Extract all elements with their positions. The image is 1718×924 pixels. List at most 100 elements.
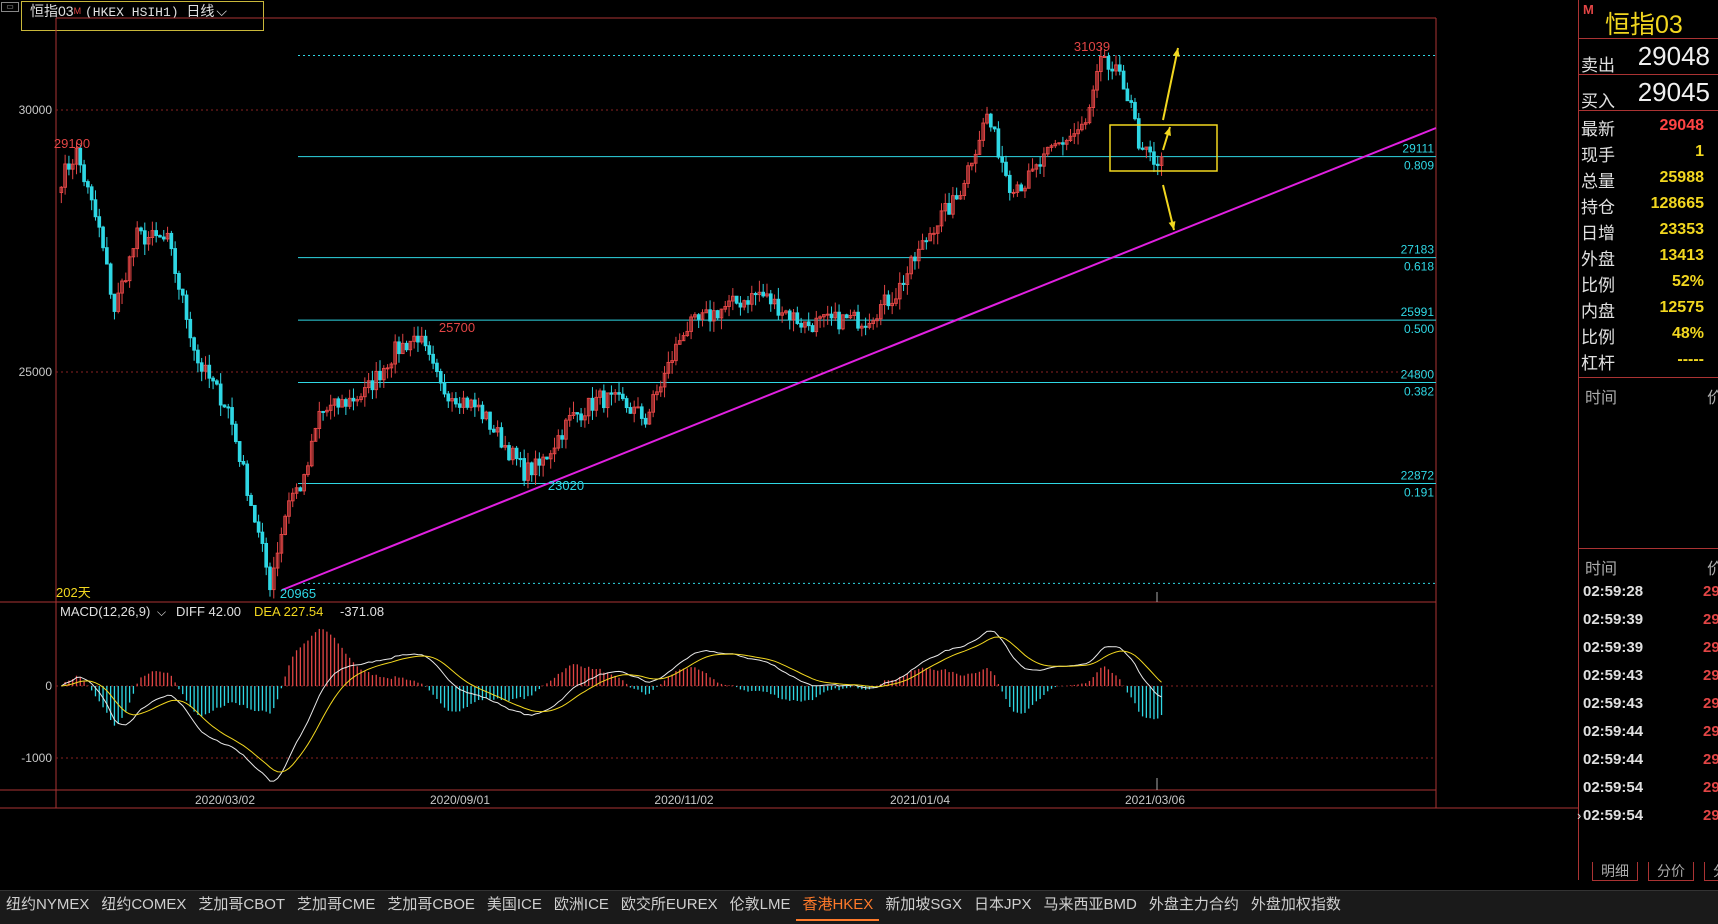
ask-price[interactable]: 29048 [1638, 41, 1710, 72]
current-row-marker: › [1577, 808, 1582, 823]
candle [628, 407, 633, 414]
fib-price-label: 29111 [1402, 142, 1434, 156]
tick-price: 290 [1703, 751, 1718, 768]
stat-value: 1 [1695, 143, 1704, 160]
fib-price-label: 27183 [1401, 243, 1435, 257]
stat-label: 外盘 [1581, 250, 1615, 269]
candle [1061, 142, 1065, 145]
bid-price[interactable]: 29045 [1638, 77, 1710, 108]
candle [123, 280, 128, 283]
candle [427, 345, 432, 355]
candle [837, 311, 841, 330]
exchange-tab[interactable]: 芝加哥CBOT [192, 891, 291, 919]
candle [480, 404, 485, 420]
tab-price-distribution[interactable]: 分价 [1648, 862, 1694, 881]
candle [734, 295, 739, 304]
candle [89, 186, 94, 201]
tick-time: 02:59:44 [1583, 751, 1644, 768]
y-tick-label: 25000 [19, 365, 53, 379]
candle [180, 288, 185, 296]
candle [488, 411, 492, 430]
candle [913, 256, 917, 262]
low-annotation: 23020 [548, 478, 584, 493]
x-tick-label: 2020/03/02 [195, 793, 255, 807]
exchange-tab[interactable]: 外盘主力合约 [1143, 891, 1245, 919]
stat-row: 比例 52% [1579, 269, 1718, 295]
stat-row: 内盘 12575 [1579, 295, 1718, 321]
fib-price-label: 24800 [1401, 367, 1435, 381]
candle [924, 240, 929, 243]
candle [761, 291, 766, 297]
stat-row: 最新 29048 [1579, 113, 1718, 139]
candle [457, 403, 462, 408]
candle [105, 247, 109, 265]
tab-detail[interactable]: 明细 [1592, 862, 1638, 881]
macd-label: MACD(12,26,9) [60, 604, 150, 619]
macd-dea-line [61, 636, 1162, 773]
macd-value: -371.08 [340, 604, 384, 619]
exchange-tab[interactable]: 纽约COMEX [95, 891, 192, 919]
exchange-tab[interactable]: 外盘加权指数 [1245, 891, 1347, 919]
candle [442, 382, 447, 395]
tick-price: 290 [1703, 779, 1718, 796]
exchange-tab[interactable]: 马来西亚BMD [1038, 891, 1143, 919]
candle [139, 227, 143, 232]
tick-row[interactable]: ›02:59:54 290 [1577, 803, 1718, 831]
ask-row: 卖出 29048 [1579, 39, 1718, 75]
tick-row[interactable]: 02:59:44 290 [1579, 719, 1718, 747]
exchange-tab[interactable]: 香港HKEX [796, 891, 880, 921]
tick-row[interactable]: 02:59:28 290 [1579, 579, 1718, 607]
candle [112, 293, 117, 312]
exchange-tab[interactable]: 欧交所EUREX [615, 891, 724, 919]
candle [639, 406, 644, 419]
stat-value: 13413 [1659, 247, 1705, 264]
exchange-tab[interactable]: 日本JPX [968, 891, 1038, 919]
stat-row: 总量 25988 [1579, 165, 1718, 191]
exchange-tab[interactable]: 美国ICE [481, 891, 548, 919]
candle [856, 311, 860, 329]
tab-more[interactable]: 分 [1704, 862, 1718, 881]
candle [465, 397, 470, 408]
exchange-tab[interactable]: 欧洲ICE [548, 891, 615, 919]
candle [298, 487, 303, 492]
candle [1136, 118, 1141, 149]
candle [1011, 191, 1016, 194]
exchange-tab[interactable]: 芝加哥CME [291, 891, 381, 919]
stat-label: 比例 [1581, 328, 1615, 347]
tick-row[interactable]: 02:59:39 290 [1579, 607, 1718, 635]
tick-row[interactable]: 02:59:39 290 [1579, 635, 1718, 663]
stat-label: 杠杆 [1581, 354, 1615, 373]
exchange-tab-bar: 纽约NYMEX 纽约COMEX 芝加哥CBOT 芝加哥CME 芝加哥CBOE 美国ICE 欧… [0, 890, 1718, 924]
x-tick-label: 2021/01/04 [890, 793, 950, 807]
trades-header-2: 时间 价 [1579, 548, 1718, 578]
candle [1155, 163, 1160, 166]
kline-chart[interactable]: 30000 25000 29111 0.809 27183 0.618 25991 0.500… [0, 0, 1578, 890]
candle [1057, 142, 1061, 145]
candle [1007, 174, 1012, 193]
tick-row[interactable]: 02:59:43 290 [1579, 691, 1718, 719]
candle [256, 521, 261, 533]
candle [370, 380, 375, 391]
tick-price: 290 [1703, 639, 1718, 656]
stat-label: 内盘 [1581, 302, 1615, 321]
macd-y-tick: 0 [45, 679, 52, 693]
fib-price-label: 25991 [1401, 305, 1435, 319]
chevron-down-icon[interactable]: ⌵ [157, 605, 166, 619]
candle [438, 371, 443, 384]
candle [518, 458, 523, 461]
tick-row[interactable]: 02:59:54 290 [1579, 775, 1718, 803]
candle [230, 407, 234, 425]
tick-row[interactable]: 02:59:43 290 [1579, 663, 1718, 691]
exchange-tab[interactable]: 伦敦LME [724, 891, 797, 919]
exchange-tab[interactable]: 纽约NYMEX [0, 891, 95, 919]
tick-row[interactable]: 02:59:44 290 [1579, 747, 1718, 775]
x-tick-label: 2020/09/01 [430, 793, 490, 807]
x-tick-label: 2021/03/06 [1125, 793, 1185, 807]
candle [199, 362, 204, 372]
candle [473, 399, 477, 408]
candle [768, 293, 773, 305]
exchange-tab[interactable]: 芝加哥CBOE [381, 891, 481, 919]
exchange-tab[interactable]: 新加坡SGX [879, 891, 968, 919]
candle [154, 230, 159, 237]
tick-time: 02:59:39 [1583, 639, 1644, 656]
